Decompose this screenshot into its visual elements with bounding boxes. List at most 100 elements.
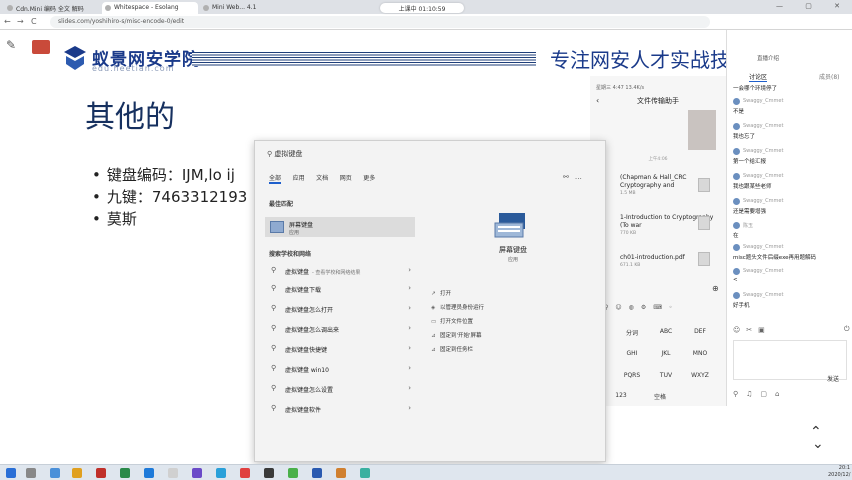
chevron-right-icon: ›	[408, 324, 411, 332]
tab-discussion[interactable]: 讨论区	[749, 72, 768, 82]
tab-favicon-icon	[7, 5, 13, 11]
filter-tab-all[interactable]: 全部	[269, 173, 282, 184]
search-icon: ⚲	[271, 304, 277, 312]
web-suggestion[interactable]: ⚲ 虚拟键盘下载 ›	[269, 283, 413, 297]
browser-tab[interactable]: Cdn.Mini 编码 全文 解码	[4, 2, 100, 14]
app-icon[interactable]	[216, 468, 226, 478]
avatar	[733, 198, 740, 205]
keypad-key[interactable]: 空格	[640, 388, 680, 404]
search-icon: ⚲	[271, 384, 277, 392]
action-run-as-admin[interactable]: ◈ 以管理员身份运行	[431, 303, 484, 311]
action-open[interactable]: ↗ 打开	[431, 289, 451, 297]
web-suggestion[interactable]: ⚲ 虚拟键盘怎么设置 ›	[269, 383, 413, 397]
file-icon	[698, 216, 710, 230]
keypad-key[interactable]: MNO	[680, 346, 720, 362]
filter-tab-more[interactable]: 更多	[363, 173, 375, 182]
app-icon[interactable]	[288, 468, 298, 478]
web-suggestion[interactable]: ⚲ 虚拟键盘 win10 ›	[269, 363, 413, 377]
add-icon[interactable]: ⊕	[712, 284, 719, 293]
app-icon[interactable]	[264, 468, 274, 478]
slide-bullet: 键盘编码：IJM,lo ij	[92, 164, 235, 185]
pen-icon[interactable]: ✎	[6, 38, 16, 52]
chevron-right-icon: ›	[408, 344, 411, 352]
address-bar[interactable]: slides.com/yoshihiro-s/misc-encode-0/edi…	[50, 16, 710, 28]
search-icon: ⚲	[271, 404, 277, 412]
header-stripes	[192, 52, 536, 66]
app-icon[interactable]	[120, 468, 130, 478]
app-name: 屏幕键盘	[499, 246, 527, 254]
action-pin-taskbar[interactable]: ⊿ 固定到任务栏	[431, 345, 473, 353]
app-icon[interactable]	[168, 468, 178, 478]
start-search-input[interactable]: ⚲ 虚拟键盘	[267, 149, 593, 163]
power-icon[interactable]: ⏻	[844, 325, 850, 334]
slide-title: 其他的	[85, 100, 175, 135]
app-icon[interactable]	[96, 468, 106, 478]
chevron-right-icon: ›	[408, 384, 411, 392]
filter-tab-docs[interactable]: 文档	[316, 173, 328, 182]
avatar	[733, 98, 740, 105]
web-suggestion[interactable]: ⚲ 虚拟键盘怎么打开 ›	[269, 303, 413, 317]
send-button[interactable]: 发送	[827, 374, 839, 383]
open-icon: ↗	[431, 291, 436, 297]
browser-tab[interactable]: Mini Web... 4.1	[200, 2, 296, 14]
app-icon[interactable]	[336, 468, 346, 478]
tab-favicon-icon	[105, 5, 111, 11]
pin-icon: ⊿	[431, 347, 436, 353]
tab-favicon-icon	[203, 5, 209, 11]
search-icon: ⚲	[271, 266, 277, 274]
keypad-key[interactable]: 123	[606, 388, 636, 404]
app-icon[interactable]	[240, 468, 250, 478]
more-options-icon[interactable]: ⚯…	[563, 173, 588, 181]
chevron-right-icon: ›	[408, 266, 411, 274]
keypad-key[interactable]: WXYZ	[680, 368, 720, 384]
reload-button[interactable]: C	[31, 17, 37, 26]
app-icon[interactable]	[312, 468, 322, 478]
web-suggestion[interactable]: ⚲ 虚拟键盘软件 ›	[269, 403, 413, 417]
folder-icon: ▭	[431, 319, 437, 325]
filter-tab-apps[interactable]: 应用	[293, 173, 305, 182]
forward-button[interactable]: →	[17, 17, 24, 26]
search-icon: ⚲	[271, 324, 277, 332]
action-open-location[interactable]: ▭ 打开文件位置	[431, 317, 473, 325]
window-controls[interactable]: — ▢ ✕	[776, 2, 850, 10]
chat-toolbar-icons[interactable]: ☺✂▣	[733, 326, 771, 334]
app-icon[interactable]	[360, 468, 370, 478]
shield-icon: ◈	[431, 305, 436, 311]
search-icon[interactable]	[26, 468, 36, 478]
action-pin-start[interactable]: ⊿ 固定到'开始'屏幕	[431, 331, 482, 339]
avatar	[733, 173, 740, 180]
search-icon: ⚲	[271, 364, 277, 372]
image-thumbnail[interactable]	[688, 110, 716, 150]
avatar	[733, 222, 740, 229]
back-button[interactable]: ←	[4, 17, 11, 26]
web-suggestion[interactable]: ⚲ 虚拟键盘怎么调出来 ›	[269, 323, 413, 337]
media-icons[interactable]: ⚲♫▢⌂	[733, 390, 787, 398]
chevron-right-icon: ›	[408, 404, 411, 412]
intro-link[interactable]: 直播介绍	[757, 54, 779, 62]
screen-share-icon[interactable]	[32, 40, 50, 54]
filter-tab-web[interactable]: 网页	[340, 173, 352, 182]
browser-toolbar: ← → C slides.com/yoshihiro-s/misc-encode…	[0, 3, 852, 30]
keypad-key[interactable]: DEF	[680, 324, 720, 340]
best-match-item[interactable]: 屏幕键盘 应用	[265, 217, 415, 237]
logo-icon	[64, 46, 86, 70]
collapse-chevron-icon[interactable]: ⌄	[812, 436, 824, 452]
discussion-panel: 直播介绍 讨论区 成员(8) 一会哪个环境停了 Swaggy_Cmmet 不是 S…	[726, 30, 852, 406]
start-icon[interactable]	[6, 468, 16, 478]
search-filter-tabs: 全部 应用 文档 网页 更多	[269, 173, 589, 185]
app-icon[interactable]	[50, 468, 60, 478]
avatar	[733, 148, 740, 155]
web-suggestion[interactable]: ⚲ 虚拟键盘快捷键 ›	[269, 343, 413, 357]
app-icon[interactable]	[144, 468, 154, 478]
folder-icon[interactable]	[72, 468, 82, 478]
keyboard-app-icon	[270, 221, 284, 233]
tab-members[interactable]: 成员(8)	[819, 72, 840, 81]
chevron-right-icon: ›	[408, 284, 411, 292]
web-suggestion[interactable]: ⚲ 虚拟键盘 - 查看学校和网络结果 ›	[269, 265, 413, 279]
app-icon[interactable]	[192, 468, 202, 478]
keyboard-app-icon	[494, 213, 525, 238]
browser-tab[interactable]: Whitespace - Esolang	[102, 2, 198, 14]
file-icon	[698, 252, 710, 266]
taskbar-clock[interactable]: 20:1 2020/12/	[828, 465, 850, 479]
toolbar-icons[interactable]: ⚲☺◍⚙⌨◦	[604, 304, 679, 311]
